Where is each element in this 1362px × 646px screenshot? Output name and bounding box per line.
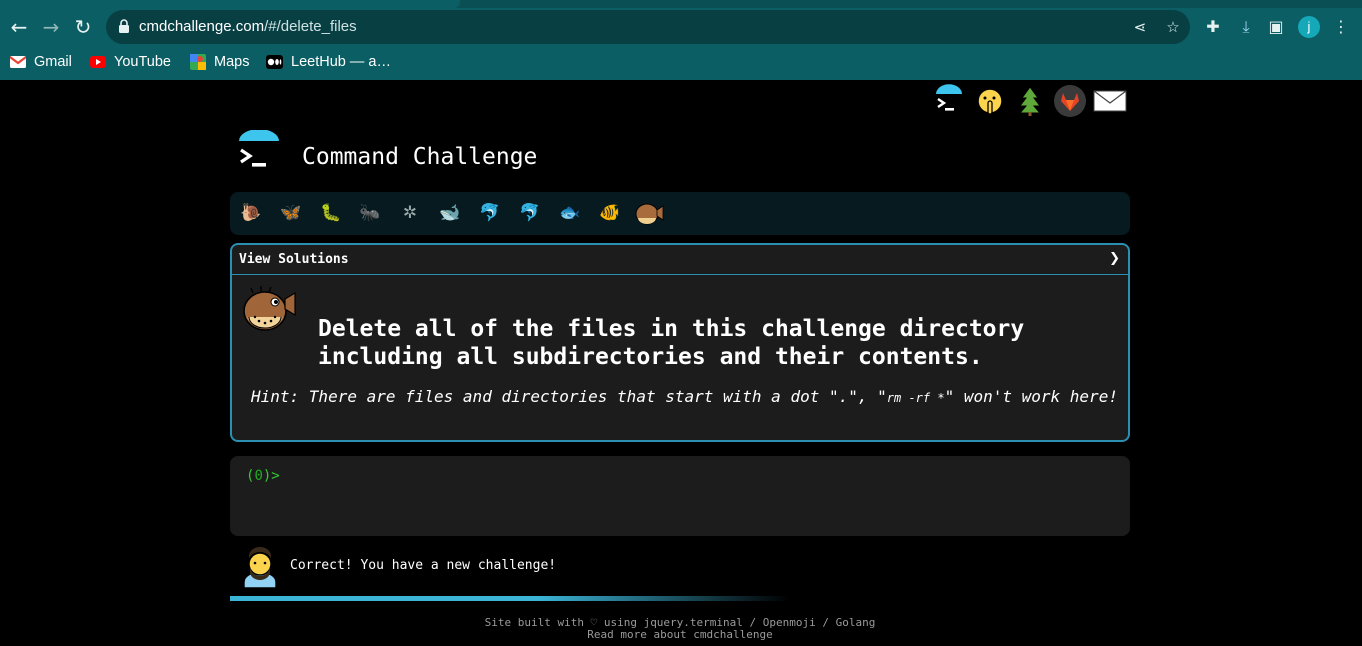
site-logo-icon[interactable] — [236, 130, 282, 176]
lock-icon[interactable] — [118, 19, 130, 33]
challenge-panel: View Solutions ❯ Delete all of the files… — [230, 243, 1130, 442]
extensions-puzzle-icon[interactable]: ✚ — [1202, 16, 1224, 38]
url-host: cmdchallenge.com — [139, 18, 265, 35]
kebab-menu-icon[interactable]: ⋮ — [1330, 16, 1352, 38]
bookmark-label: YouTube — [114, 54, 171, 70]
tab-strip — [0, 0, 1362, 8]
page-title: Command Challenge — [302, 144, 538, 170]
pufferfish-icon[interactable] — [634, 200, 664, 226]
url-path: /#/delete_files — [264, 18, 357, 35]
bookmark-maps[interactable]: Maps — [190, 50, 249, 74]
pufferfish-icon — [243, 286, 296, 331]
hint-text: Hint: There are files and directories th… — [251, 387, 887, 406]
bookmark-youtube[interactable]: YouTube — [90, 50, 171, 74]
share-icon[interactable]: ⋖ — [1131, 18, 1149, 36]
bookmark-leethub[interactable]: LeetHub — a… — [266, 50, 391, 74]
terminal-input-area[interactable]: (0)> — [230, 456, 1130, 536]
challenge-hint: Hint: There are files and directories th… — [251, 387, 1118, 406]
reload-icon[interactable]: ↻ — [70, 14, 96, 40]
challenge-description-line: including all subdirectories and their c… — [318, 344, 983, 370]
terminal-logo-icon[interactable] — [932, 84, 966, 118]
gitlab-icon[interactable] — [1053, 84, 1087, 118]
youtube-icon — [90, 56, 106, 69]
active-tab[interactable] — [0, 0, 460, 8]
dolphin-icon[interactable]: 🐬 — [515, 200, 545, 226]
divider-bar — [230, 596, 790, 601]
view-solutions-label: View Solutions — [239, 252, 349, 267]
bookmark-label: LeetHub — a… — [291, 54, 391, 70]
tropical-fish-icon[interactable]: 🐠 — [595, 200, 625, 226]
address-bar[interactable]: cmdchallenge.com/#/delete_files ⋖ ☆ — [106, 10, 1190, 44]
prompt-paren: )> — [262, 468, 280, 484]
bookmark-gmail[interactable]: Gmail — [10, 50, 72, 74]
mail-icon[interactable] — [1093, 84, 1127, 118]
hint-text: " won't work here! — [944, 387, 1118, 406]
back-arrow-icon[interactable]: ← — [6, 14, 32, 40]
url-text[interactable]: cmdchallenge.com/#/delete_files — [139, 10, 357, 44]
ant-icon[interactable]: 🐜 — [355, 200, 385, 226]
feedback-message: Correct! You have a new challenge! — [290, 558, 557, 573]
gmail-icon — [10, 56, 26, 69]
browser-toolbar: ← → ↻ cmdchallenge.com/#/delete_files ⋖ … — [0, 0, 1362, 80]
profile-avatar[interactable]: j — [1298, 16, 1320, 38]
leethub-icon — [266, 55, 283, 70]
bookmark-label: Maps — [214, 54, 250, 70]
dolphin-icon[interactable]: 🐬 — [475, 200, 505, 226]
view-solutions-toggle[interactable]: View Solutions ❯ — [232, 245, 1128, 275]
download-extension-icon[interactable]: ⤓ — [1235, 16, 1257, 38]
fish-icon[interactable]: 🐟 — [555, 200, 585, 226]
bookmark-star-icon[interactable]: ☆ — [1164, 18, 1182, 36]
caterpillar-icon[interactable]: 🐛 — [316, 200, 346, 226]
bearded-person-icon — [243, 547, 277, 588]
challenge-description-line: Delete all of the files in this challeng… — [318, 316, 1025, 342]
whale-icon[interactable]: 🐋 — [435, 200, 465, 226]
shushing-face-icon[interactable] — [973, 84, 1007, 118]
hint-code: rm -rf * — [886, 391, 945, 405]
side-panel-icon[interactable]: ▣ — [1265, 16, 1287, 38]
challenge-progress-strip: 🐌 🦋 🐛 🐜 ✲ 🐋 🐬 🐬 🐟 🐠 — [230, 192, 1130, 235]
butterfly-icon[interactable]: 🦋 — [276, 200, 306, 226]
tree-icon[interactable] — [1013, 84, 1047, 118]
prompt-exit-code: 0 — [254, 468, 263, 484]
footer-read-more-link[interactable]: Read more about cmdchallenge — [230, 629, 1130, 641]
bookmarks-bar: Gmail YouTube Maps LeetHub — a… — [0, 50, 1362, 74]
footer: Site built with ♡ using jquery.terminal … — [230, 617, 1130, 641]
maps-icon — [190, 54, 206, 71]
challenge-description: Delete all of the files in this challeng… — [318, 315, 1098, 371]
terminal-prompt: (0)> — [246, 468, 280, 484]
bookmark-label: Gmail — [34, 54, 72, 70]
snail-icon[interactable]: 🐌 — [236, 200, 266, 226]
spider-web-icon[interactable]: ✲ — [395, 200, 425, 226]
chevron-right-icon: ❯ — [1109, 251, 1120, 266]
forward-arrow-icon[interactable]: → — [38, 14, 64, 40]
